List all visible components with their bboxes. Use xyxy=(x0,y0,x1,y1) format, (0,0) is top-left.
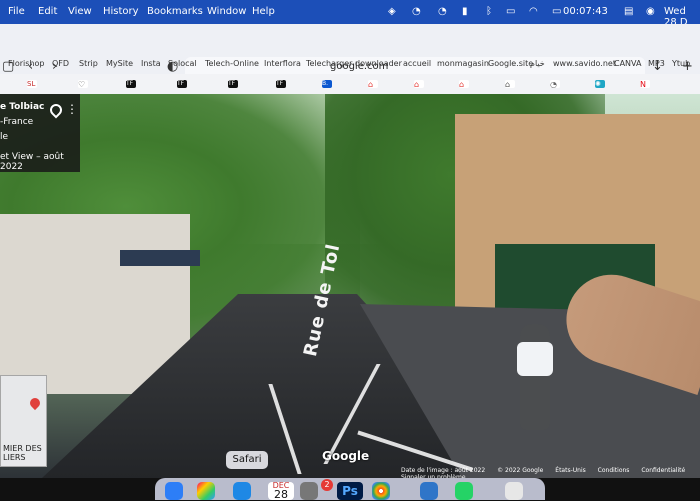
wifi-icon[interactable]: ◠ xyxy=(529,6,538,17)
bookmark-florishop[interactable]: Florishop xyxy=(8,59,44,68)
menu-view[interactable]: View xyxy=(68,6,92,17)
menu-bar: File Edit View History Bookmarks Window … xyxy=(0,0,700,28)
battery-icon[interactable]: ▭ xyxy=(506,6,515,17)
storefront-awning xyxy=(120,250,200,266)
fav-netflix[interactable]: N xyxy=(640,80,650,89)
fav-sparkle-icon[interactable]: ✺ xyxy=(595,80,605,88)
fav-tf1-3[interactable]: TF xyxy=(228,80,238,88)
trash-icon[interactable] xyxy=(505,482,523,500)
screen-record-icon[interactable]: ▭ xyxy=(552,6,561,17)
bookmark-downloader[interactable]: downloader xyxy=(355,59,402,68)
bookmark-arabic[interactable]: خيام xyxy=(530,59,545,68)
status-icon-2[interactable]: ◔ xyxy=(412,6,421,17)
menu-edit[interactable]: Edit xyxy=(38,6,57,17)
menu-clock[interactable]: 00:07:43 xyxy=(563,6,608,17)
pedestrian xyxy=(517,324,553,430)
control-center-icon[interactable]: ▤ xyxy=(624,6,633,17)
fav-sl[interactable]: SL xyxy=(27,80,37,88)
map-marker-icon xyxy=(27,395,43,411)
bookmark-monmagasin[interactable]: monmagasin xyxy=(437,59,489,68)
bookmark-insta[interactable]: Insta xyxy=(141,59,161,68)
place-city: le xyxy=(0,132,9,142)
finder-icon[interactable] xyxy=(165,482,183,500)
fav-tf1-4[interactable]: TF xyxy=(276,80,286,88)
settings-icon[interactable] xyxy=(300,482,318,500)
menu-window[interactable]: Window xyxy=(207,6,246,17)
bluetooth-icon[interactable]: ᛒ xyxy=(486,6,492,17)
bookmark-mp3[interactable]: MP3 xyxy=(648,59,665,68)
place-title: e Tolbiac xyxy=(0,102,45,112)
credit-region[interactable]: États-Unis xyxy=(555,467,585,474)
bookmark-accueil[interactable]: accueil xyxy=(403,59,431,68)
menu-bookmarks[interactable]: Bookmarks xyxy=(147,6,203,17)
fav-tf1-2[interactable]: TF xyxy=(177,80,187,88)
bookmark-interflora[interactable]: Interflora xyxy=(264,59,301,68)
credit-copyright: © 2022 Google xyxy=(497,467,544,474)
fav-airbnb-2[interactable]: ⌂ xyxy=(414,80,424,89)
safari-icon[interactable] xyxy=(233,482,251,500)
fav-airbnb-3[interactable]: ⌂ xyxy=(459,80,469,89)
fav-heart-icon[interactable]: ♡ xyxy=(78,80,88,89)
map-pin-icon[interactable] xyxy=(47,101,65,119)
menu-history[interactable]: History xyxy=(103,6,139,17)
calendar-app[interactable]: DEC 28 xyxy=(268,482,294,501)
credit-terms[interactable]: Conditions xyxy=(598,467,630,474)
bookmark-ytub[interactable]: Ytub xyxy=(672,59,690,68)
bookmarks-bar: Florishop QFD Strip MySite Insta Solocal… xyxy=(0,57,700,73)
dock-tooltip: Safari xyxy=(226,451,268,469)
credit-privacy[interactable]: Confidentialité xyxy=(641,467,685,474)
credit-date: Date de l'image : août 2022 xyxy=(401,467,486,474)
flag-icon[interactable]: ▮ xyxy=(462,6,468,17)
more-icon[interactable]: ⋮ xyxy=(66,102,78,116)
fav-loading-icon[interactable]: ◔ xyxy=(550,80,560,89)
status-icon-3[interactable]: ◔ xyxy=(438,6,447,17)
location-panel: e Tolbiac ⋮ -France le et View – août 20… xyxy=(0,94,80,172)
bookmark-mysite[interactable]: MySite xyxy=(106,59,133,68)
fav-airbnb-4[interactable]: ⌂ xyxy=(505,80,515,89)
status-icon-1[interactable]: ◈ xyxy=(388,6,396,17)
bookmark-savido[interactable]: www.savido.net xyxy=(553,59,616,68)
fav-airbnb-1[interactable]: ⌂ xyxy=(368,80,378,89)
bookmark-telech-online[interactable]: Telech-Online xyxy=(205,59,259,68)
photoshop-label: Ps xyxy=(337,482,363,500)
bookmark-qfd[interactable]: QFD xyxy=(52,59,69,68)
mini-map[interactable]: MIER DES LIERS xyxy=(0,375,47,467)
fav-b[interactable]: B. xyxy=(322,80,332,88)
preview-icon[interactable] xyxy=(420,482,438,500)
calendar-day: 28 xyxy=(274,488,288,501)
place-region: -France xyxy=(0,117,34,127)
menu-help[interactable]: Help xyxy=(252,6,275,17)
minimap-label: MIER DES LIERS xyxy=(3,444,42,462)
settings-badge: 2 xyxy=(321,479,333,491)
fav-tf1-1[interactable]: TF xyxy=(126,80,136,88)
bookmark-strip[interactable]: Strip xyxy=(79,59,98,68)
favorites-bar: SL ♡ TF TF TF TF B. ⌂ ⌂ ⌂ ⌂ ◔ ✺ N xyxy=(0,74,700,95)
bookmark-telecharger[interactable]: Telecharger xyxy=(306,59,352,68)
bookmark-solocal[interactable]: Solocal xyxy=(168,59,197,68)
whatsapp-icon[interactable] xyxy=(455,482,473,500)
photos-icon[interactable] xyxy=(372,482,390,500)
google-logo: Google xyxy=(322,449,370,463)
capture-date: et View – août 2022 xyxy=(0,152,64,172)
account-icon[interactable]: ◉ xyxy=(646,6,655,17)
menu-file[interactable]: File xyxy=(8,6,25,17)
launchpad-icon[interactable] xyxy=(197,482,215,500)
street-view[interactable]: Rue de Tol xyxy=(0,94,700,478)
bookmark-canva[interactable]: CANVA xyxy=(614,59,641,68)
bookmark-google-site[interactable]: Google.site xyxy=(488,59,533,68)
